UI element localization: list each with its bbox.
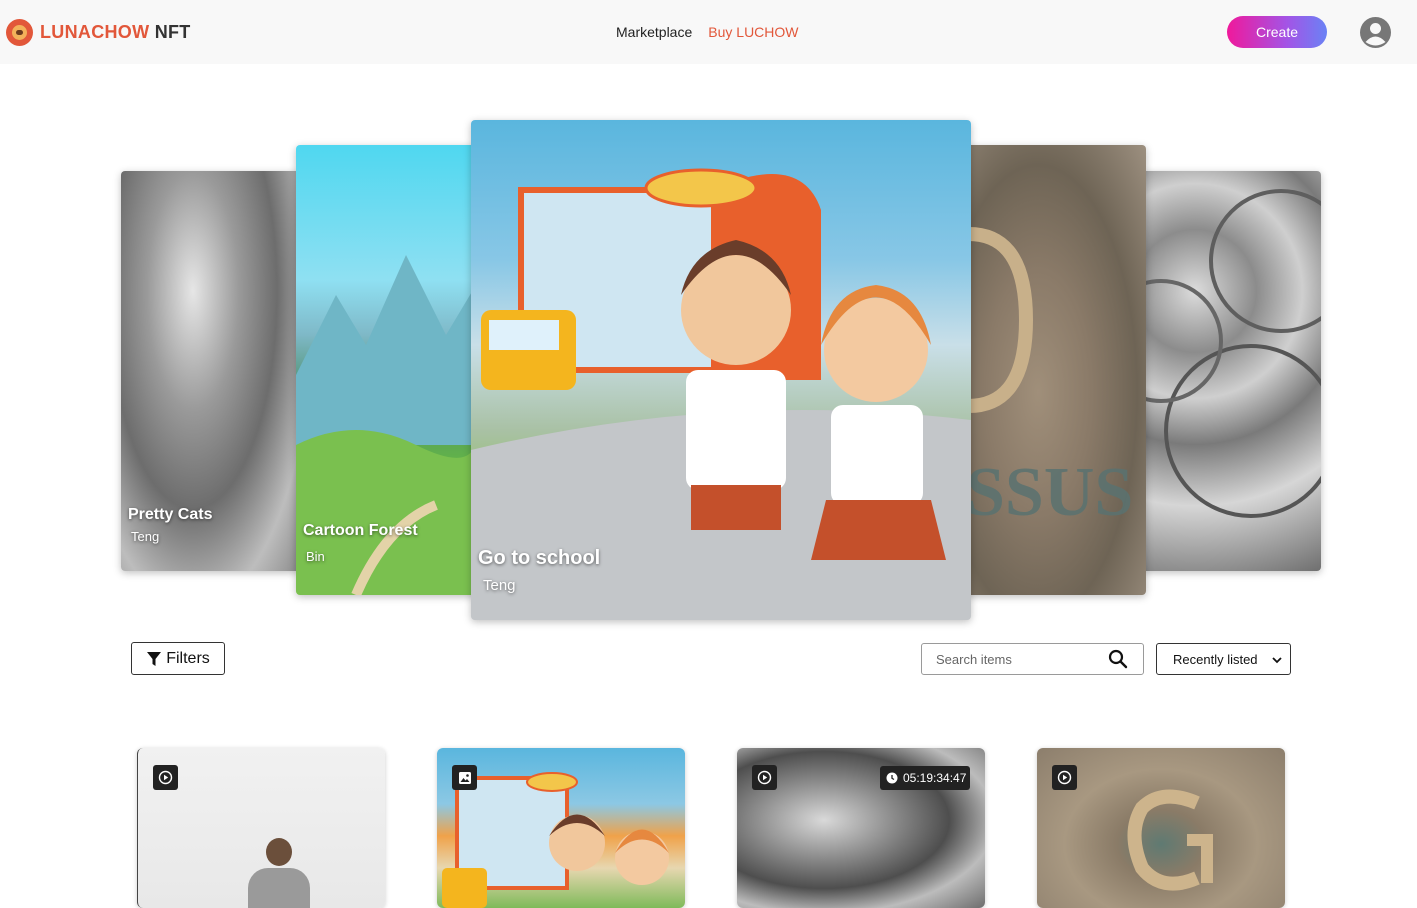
image-icon [452, 765, 477, 790]
coins-artwork [1141, 189, 1321, 518]
chevron-down-icon [1272, 657, 1282, 664]
filter-icon [147, 651, 162, 666]
nft-card[interactable] [437, 748, 685, 908]
countdown-value: 05:19:34:47 [903, 771, 967, 785]
brand-logo-link[interactable]: LUNACHOW NFT [6, 19, 191, 46]
play-circle-icon [752, 765, 777, 790]
play-circle-icon [1052, 765, 1077, 790]
account-icon[interactable] [1359, 16, 1392, 49]
slide-title: Pretty Cats [128, 506, 213, 523]
countdown-timer: 05:19:34:47 [880, 766, 970, 790]
nft-card[interactable]: 05:19:34:47 [737, 748, 985, 908]
filters-button[interactable]: Filters [131, 642, 225, 675]
create-button[interactable]: Create [1227, 16, 1327, 48]
emblem-artwork: SSUS [966, 227, 1133, 531]
carousel-slide-5[interactable] [1141, 171, 1321, 571]
search-icon[interactable] [1108, 649, 1128, 669]
nav-link-marketplace[interactable]: Marketplace [616, 24, 692, 40]
svg-text:SSUS: SSUS [966, 454, 1133, 531]
slide-author: Teng [131, 529, 160, 544]
card-artwork-body [248, 868, 310, 908]
slide-author: Teng [483, 577, 516, 594]
sort-select[interactable]: Recently listed [1156, 643, 1291, 675]
card-artwork-head [266, 838, 292, 866]
nav-link-buy-luchow[interactable]: Buy LUCHOW [708, 24, 798, 40]
school-artwork [471, 168, 971, 620]
brand-name-part1: LUNACHOW [40, 22, 150, 42]
navbar: LUNACHOW NFT Marketplace Buy LUCHOW Crea… [0, 0, 1417, 64]
play-circle-icon [153, 765, 178, 790]
carousel-slide-4[interactable]: SSUS [966, 145, 1146, 595]
clock-icon [886, 772, 898, 784]
search-box [921, 643, 1144, 675]
nft-card[interactable] [137, 748, 385, 908]
search-input[interactable] [922, 644, 1112, 674]
slide-title: Cartoon Forest [303, 522, 418, 539]
carousel-slide-pretty-cats[interactable]: Pretty Cats Teng [121, 171, 301, 571]
sort-selected-value: Recently listed [1173, 651, 1258, 667]
carousel-slide-cartoon-forest[interactable]: Cartoon Forest Bin [296, 145, 476, 595]
slide-title: Go to school [478, 547, 601, 569]
filters-label: Filters [166, 649, 210, 667]
carousel-slide-go-to-school[interactable]: Go to school Teng [471, 120, 971, 620]
featured-carousel: Pretty Cats Teng Cartoon Forest Bin Go t… [0, 100, 1417, 640]
nav-links: Marketplace Buy LUCHOW [616, 24, 799, 40]
slide-author: Bin [306, 549, 325, 564]
brand-name: LUNACHOW NFT [40, 22, 191, 43]
lunachow-logo-icon [6, 19, 33, 46]
brand-name-part2: NFT [154, 22, 191, 42]
nft-card[interactable] [1037, 748, 1285, 908]
